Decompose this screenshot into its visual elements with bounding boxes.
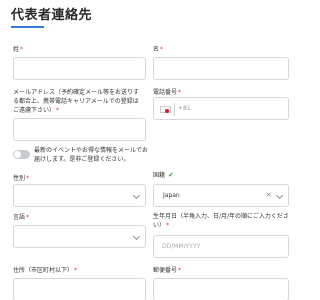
postal-code-field[interactable]: [153, 278, 289, 300]
page-title: 代表者連絡先: [11, 8, 93, 23]
postal-code-label: 郵便番号*: [153, 267, 182, 274]
address-label: 住所（市区町村以下）*: [13, 267, 78, 274]
check-icon: ✔: [168, 171, 174, 179]
gender-select[interactable]: [13, 184, 146, 207]
required-mark: *: [166, 222, 170, 229]
address-field[interactable]: [13, 278, 146, 300]
required-mark: *: [26, 175, 30, 182]
language-label: 言語*: [13, 214, 30, 221]
language-select[interactable]: [13, 225, 146, 248]
required-mark: *: [26, 214, 30, 221]
divider: [174, 103, 175, 116]
last-name-label: 姓*: [13, 46, 24, 53]
email-field[interactable]: [13, 118, 146, 141]
japan-flag-icon[interactable]: [160, 106, 171, 113]
email-label: メールアドレス（予約確定メール等をお送りする都合上、携帯電話キャリアメールでの登…: [13, 89, 140, 114]
birthdate-field[interactable]: DD/MM/YYYY: [153, 235, 289, 258]
title-underline: [11, 26, 44, 28]
nationality-label: 国籍 ✔: [153, 171, 174, 179]
required-mark: *: [74, 267, 78, 274]
phone-field[interactable]: +81: [153, 97, 289, 120]
phone-label: 電話番号*: [153, 89, 182, 96]
first-name-label: 名*: [153, 46, 164, 53]
required-mark: *: [178, 89, 182, 96]
close-icon[interactable]: ×: [265, 190, 272, 199]
required-mark: *: [160, 46, 164, 53]
required-mark: *: [56, 107, 60, 114]
first-name-field[interactable]: [153, 57, 289, 80]
birthdate-placeholder: DD/MM/YYYY: [162, 243, 201, 250]
nationality-select[interactable]: Japan ×: [153, 184, 289, 207]
newsletter-toggle[interactable]: [13, 150, 30, 159]
chevron-down-icon: [132, 232, 141, 241]
newsletter-label: 最新のイベントやお得な情報をメールでお届けします。是非ご登録ください。: [34, 147, 149, 163]
toggle-knob: [14, 151, 21, 158]
required-mark: *: [20, 46, 24, 53]
required-mark: *: [178, 267, 182, 274]
last-name-field[interactable]: [13, 57, 146, 80]
birthdate-label: 生年月日（半角入力、日/月/年の順にご入力ください）*: [153, 213, 289, 229]
dial-code: +81: [178, 105, 191, 112]
chevron-down-icon[interactable]: [275, 191, 284, 200]
gender-label: 性別*: [13, 175, 30, 182]
chevron-down-icon: [132, 191, 141, 200]
